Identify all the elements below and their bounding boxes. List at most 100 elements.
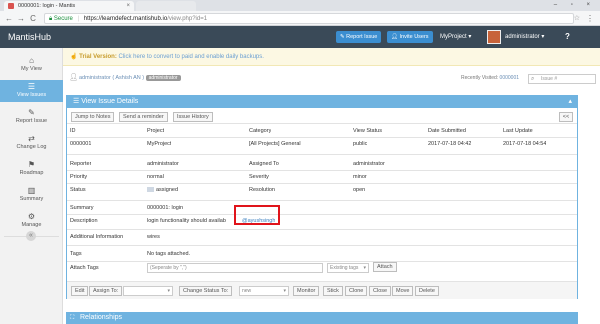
issue-search-input[interactable]: ⌕ Issue # xyxy=(528,74,596,84)
row-divider xyxy=(67,154,577,155)
sitemap-icon: ⛶ xyxy=(70,315,75,321)
sidebar-item-roadmap[interactable]: ⚑ Roadmap xyxy=(0,158,63,180)
col-category: Category xyxy=(249,128,272,134)
sidebar-item-my-view[interactable]: ⌂ My View xyxy=(0,54,63,76)
issue-date-submitted: 2017-07-18 04:42 xyxy=(428,141,472,147)
sidebar-item-change-log[interactable]: ⇄ Change Log xyxy=(0,132,63,154)
col-view-status: View Status xyxy=(353,128,382,134)
col-last-update: Last Update xyxy=(503,128,533,134)
collapse-icon[interactable]: ▴ xyxy=(568,96,572,108)
sidebar-item-label: My View xyxy=(21,66,42,72)
sidebar-item-report-issue[interactable]: ✎ Report Issue xyxy=(0,106,63,128)
sidebar-item-label: Report Issue xyxy=(15,118,48,124)
severity-label: Severity xyxy=(249,174,269,180)
row-divider xyxy=(67,245,577,246)
attach-tags-label: Attach Tags xyxy=(70,265,99,271)
sidebar-item-summary[interactable]: ▥ Summary xyxy=(0,184,63,206)
window-controls[interactable]: – ▫ × xyxy=(554,0,596,10)
row-divider xyxy=(67,183,577,184)
forward-icon[interactable]: → xyxy=(16,13,26,24)
issue-actions: Edit Assign To: ▾ Change Status To: new ▾… xyxy=(67,281,577,299)
send-reminder-button[interactable]: Send a reminder xyxy=(119,112,168,122)
tags-value: No tags attached. xyxy=(147,251,191,257)
sidebar-item-view-issues[interactable]: ☰ View Issues xyxy=(0,80,63,102)
move-button[interactable]: Move xyxy=(392,286,414,296)
chevron-down-icon: ▾ xyxy=(363,265,366,271)
assigned-value: administrator xyxy=(353,161,385,167)
user-icon: 👤︎ xyxy=(69,74,78,81)
row-divider xyxy=(67,137,577,138)
panel-title: View Issue Details xyxy=(81,98,139,105)
secure-label: Secure xyxy=(53,16,73,22)
tab-close-icon[interactable]: × xyxy=(126,1,130,11)
report-issue-button[interactable]: ✎ Report Issue xyxy=(336,31,382,43)
issue-project: MyProject xyxy=(147,141,172,147)
trial-label: Trial Version: xyxy=(79,54,117,60)
row-divider xyxy=(67,200,577,201)
clone-button[interactable]: Clone xyxy=(345,286,368,296)
hand-icon: ☝ xyxy=(70,54,78,60)
row-divider xyxy=(67,229,577,230)
monitor-button[interactable]: Monitor xyxy=(293,286,320,296)
status-select[interactable]: new ▾ xyxy=(239,286,289,296)
breadcrumb-user[interactable]: administrator ( Ashish AN ) administrato… xyxy=(79,70,181,86)
lock-icon: 🔒︎ xyxy=(49,16,53,22)
resolution-value: open xyxy=(353,187,366,193)
browser-tab-bar: 0000001: login - Mantis × – ▫ × xyxy=(0,0,600,11)
avatar[interactable] xyxy=(487,30,501,44)
invite-users-button[interactable]: 👤︎ Invite Users xyxy=(387,31,433,43)
gears-icon: ⚙ xyxy=(27,212,36,221)
issue-history-button[interactable]: Issue History xyxy=(173,112,213,122)
bookmark-star-icon[interactable]: ☆ xyxy=(574,13,580,24)
tags-label: Tags xyxy=(70,251,82,257)
priority-label: Priority xyxy=(70,174,88,180)
url-input[interactable]: 🔒︎ Secure | https://learndefect.mantishu… xyxy=(44,13,574,24)
recent-issue-link[interactable]: 0000001 xyxy=(500,75,519,81)
row-divider xyxy=(67,261,577,262)
attach-button[interactable]: Attach xyxy=(373,262,397,272)
list-icon: ☰ xyxy=(27,82,36,91)
help-icon[interactable]: ? xyxy=(565,26,570,48)
attach-tags-input[interactable]: (Seperate by ",") xyxy=(147,263,323,273)
reload-icon[interactable]: C xyxy=(28,13,38,24)
col-id: ID xyxy=(70,128,76,134)
back-icon[interactable]: ← xyxy=(4,13,14,24)
assign-to-button[interactable]: Assign To: xyxy=(89,286,123,296)
sidebar-item-label: Change Log xyxy=(16,144,47,150)
new-tab-button[interactable] xyxy=(136,1,196,11)
breadcrumb-user-name[interactable]: administrator ( Ashish AN ) xyxy=(79,75,144,81)
expand-button[interactable]: << xyxy=(559,112,573,122)
favicon-icon xyxy=(8,3,14,9)
edit-button[interactable]: Edit xyxy=(71,286,89,296)
sidebar-item-label: Roadmap xyxy=(19,170,44,176)
stick-button[interactable]: Stick xyxy=(323,286,343,296)
browser-tab[interactable]: 0000001: login - Mantis × xyxy=(4,1,134,11)
status-select-value: new xyxy=(242,288,252,294)
close-button[interactable]: Close xyxy=(369,286,392,296)
relationships-header[interactable]: ⛶ Relationships xyxy=(66,312,578,324)
collapse-sidebar-icon[interactable]: « xyxy=(26,231,36,241)
tab-title: 0000001: login - Mantis xyxy=(18,3,76,9)
edit-icon: ✎ xyxy=(28,108,35,117)
panel-header: ☰ View Issue Details ▴ xyxy=(67,96,577,108)
assign-to-select[interactable]: ▾ xyxy=(123,286,173,296)
severity-value: minor xyxy=(353,174,367,180)
sidebar-item-manage[interactable]: ⚙ Manage xyxy=(0,210,63,232)
url-host: https://learndefect.mantishub.io xyxy=(83,16,168,22)
recent-label: Recently Visited: xyxy=(461,75,499,81)
change-status-button[interactable]: Change Status To: xyxy=(179,286,233,296)
brand-logo[interactable]: MantisHub xyxy=(8,26,51,48)
browser-menu-icon[interactable]: ⋮ xyxy=(586,13,594,24)
project-selector[interactable]: MyProject ▾ xyxy=(440,26,471,48)
col-project: Project xyxy=(147,128,165,134)
report-issue-label: Report Issue xyxy=(346,34,378,40)
trial-link[interactable]: Click here to convert to paid and enable… xyxy=(119,54,264,60)
reporter-value: administrator xyxy=(147,161,179,167)
bar-chart-icon: ▥ xyxy=(27,186,36,195)
existing-tags-select[interactable]: Existing tags ▾ xyxy=(327,263,369,273)
user-menu[interactable]: administrator ▾ xyxy=(505,26,544,48)
trial-banner[interactable]: ☝ Trial Version: Click here to convert t… xyxy=(63,48,600,66)
sidebar-item-label: Manage xyxy=(21,222,42,228)
jump-to-notes-button[interactable]: Jump to Notes xyxy=(71,112,115,122)
delete-button[interactable]: Delete xyxy=(415,286,439,296)
